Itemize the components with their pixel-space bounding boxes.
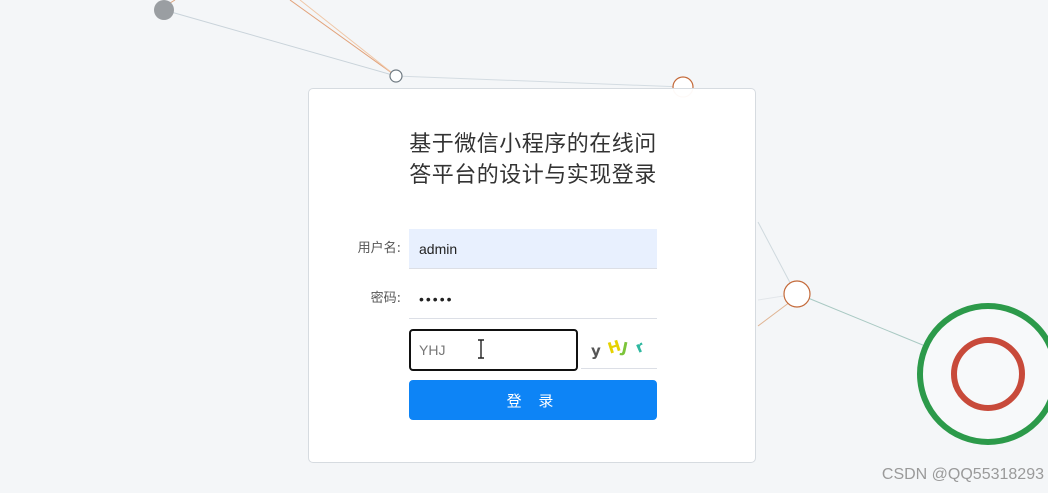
login-form-card: 基于微信小程序的在线问答平台的设计与实现登录 用户名: 密码: y H J r … bbox=[308, 88, 756, 463]
username-label: 用户名: bbox=[357, 241, 401, 256]
password-row: 密码: bbox=[309, 279, 757, 319]
captcha-char: y bbox=[591, 342, 601, 360]
captcha-input[interactable] bbox=[409, 329, 578, 371]
captcha-row: y H J r bbox=[309, 329, 757, 371]
network-node bbox=[783, 280, 811, 308]
username-input[interactable] bbox=[409, 229, 657, 269]
decorative-outer-ring bbox=[917, 303, 1048, 445]
text-cursor-icon bbox=[478, 339, 484, 359]
network-node bbox=[154, 0, 174, 20]
network-line bbox=[163, 9, 397, 77]
login-button[interactable]: 登 录 bbox=[409, 380, 657, 420]
login-page: 基于微信小程序的在线问答平台的设计与实现登录 用户名: 密码: y H J r … bbox=[0, 0, 1048, 493]
network-line bbox=[299, 0, 397, 77]
password-input[interactable] bbox=[409, 279, 657, 319]
network-line bbox=[757, 301, 791, 327]
captcha-char: J bbox=[620, 338, 630, 358]
page-title: 基于微信小程序的在线问答平台的设计与实现登录 bbox=[409, 132, 657, 188]
network-line bbox=[395, 75, 684, 88]
network-node bbox=[389, 69, 403, 83]
username-row: 用户名: bbox=[309, 229, 757, 269]
captcha-image[interactable]: y H J r bbox=[581, 329, 657, 369]
network-line bbox=[289, 0, 397, 77]
captcha-char: r bbox=[632, 337, 647, 357]
password-label: 密码: bbox=[370, 291, 401, 306]
network-line bbox=[807, 297, 931, 349]
watermark: CSDN @QQ55318293 bbox=[881, 466, 1044, 483]
